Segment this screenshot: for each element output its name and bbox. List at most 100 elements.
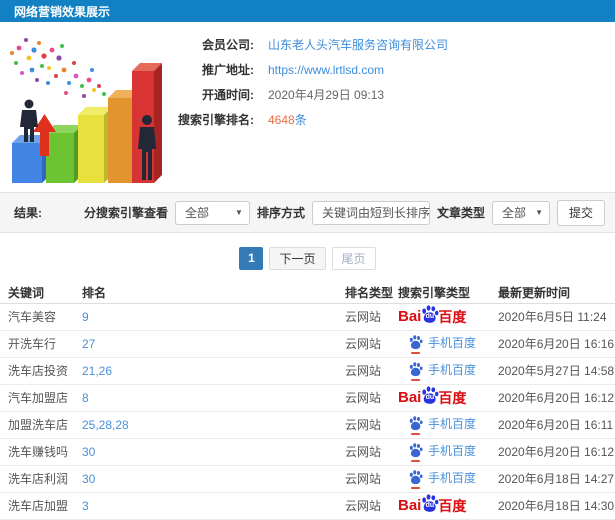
- baidu-mobile-logo: 手机百度: [408, 361, 476, 378]
- ranking-table-head: 关键词 排名 排名类型 搜索引擎类型 最新更新时间: [0, 283, 615, 304]
- rank-count-label: 搜索引擎排名:: [178, 113, 254, 127]
- article-type-label: 文章类型: [436, 206, 485, 220]
- open-time-value: 2020年4月29日 09:13: [268, 88, 385, 102]
- rank-count-number: 4648: [268, 113, 295, 127]
- baidu-bai-text: Bai: [398, 389, 422, 406]
- updated-cell: 2020年6月5日 11:24: [498, 310, 607, 324]
- baidu-du-text: du: [425, 502, 435, 509]
- chevron-down-icon: ▼: [535, 208, 543, 217]
- updated-cell: 2020年6月20日 16:12: [498, 391, 615, 405]
- next-page-button[interactable]: 下一页: [269, 246, 326, 270]
- confetti-dots: [10, 38, 106, 98]
- table-row: 洗车店加盟 3 云网站 Bai du 百度 2020年6月18日 14:30: [0, 492, 615, 520]
- result-label: 结果:: [14, 206, 42, 220]
- sort-filter-label: 排序方式: [256, 206, 305, 220]
- rank-link[interactable]: 21,26: [82, 364, 112, 378]
- filter-bar: 结果: 分搜索引擎查看 全部 ▼ 排序方式 关键词由短到长排序 ▼ 文章类型 全…: [0, 192, 615, 233]
- mobile-baidu-label: 手机百度: [428, 336, 477, 350]
- baidu-mobile-logo: 手机百度: [408, 469, 476, 486]
- top-section: 会员公司: 山东老人头汽车服务咨询有限公司 推广地址: https://www.…: [0, 22, 615, 192]
- baidu-paw-icon: [408, 443, 423, 458]
- page-button-current[interactable]: 1: [239, 246, 264, 270]
- rank-link[interactable]: 9: [82, 310, 89, 324]
- baidu-bai-text: Bai: [398, 308, 422, 325]
- rank-link[interactable]: 8: [82, 391, 89, 405]
- pagination: 1 下一页 尾页: [0, 233, 615, 283]
- baidu-pc-logo: Bai du 百度: [398, 494, 466, 517]
- engine-select[interactable]: 全部 ▼: [174, 200, 250, 225]
- updated-cell: 2020年6月18日 14:27: [498, 472, 615, 486]
- baidu-pc-logo: Bai du 百度: [398, 305, 466, 328]
- baidu-bai-text: Bai: [398, 497, 422, 514]
- submit-button[interactable]: 提交: [556, 199, 605, 226]
- baidu-paw-icon: du: [420, 305, 439, 324]
- mobile-baidu-label: 手机百度: [428, 363, 477, 377]
- updated-cell: 2020年6月20日 16:16: [498, 337, 615, 351]
- info-row-rank-count: 搜索引擎排名: 4648条: [168, 112, 615, 137]
- table-row: 汽车加盟店 8 云网站 Bai du 百度 2020年6月20日 16:12: [0, 384, 615, 412]
- info-row-open-time: 开通时间: 2020年4月29日 09:13: [168, 87, 615, 112]
- keyword-cell: 加盟洗车店: [8, 418, 69, 432]
- promo-url-link[interactable]: https://www.lrtlsd.com: [268, 62, 384, 78]
- baidu-cn-text: 百度: [438, 389, 467, 406]
- table-row: 洗车店利润 30 云网站 手机百度 2020年6月18日 14:27: [0, 465, 615, 493]
- mobile-baidu-label: 手机百度: [428, 417, 477, 431]
- updated-cell: 2020年6月18日 14:30: [498, 499, 615, 513]
- rank-type-cell: 云网站: [345, 445, 382, 459]
- rank-type-cell: 云网站: [345, 364, 382, 378]
- sort-select[interactable]: 关键词由短到长排序 ▼: [311, 200, 445, 225]
- keyword-cell: 洗车赚钱吗: [8, 445, 69, 459]
- rank-count-value: 4648条: [268, 112, 307, 128]
- rank-type-cell: 云网站: [345, 391, 382, 405]
- baidu-mobile-logo: 手机百度: [408, 334, 476, 351]
- keyword-cell: 开洗车行: [8, 337, 57, 351]
- baidu-paw-icon: [408, 335, 423, 350]
- bar-chart-graphic: [10, 38, 162, 183]
- company-info-panel: 会员公司: 山东老人头汽车服务咨询有限公司 推广地址: https://www.…: [168, 22, 615, 192]
- table-row: 汽车美容 9 云网站 Bai du 百度 2020年6月5日 11:24: [0, 303, 615, 331]
- ranking-table-body: 汽车美容 9 云网站 Bai du 百度 2020年6月5日 11:24 开洗车…: [0, 303, 615, 520]
- chevron-down-icon: ▼: [235, 208, 243, 217]
- baidu-paw-icon: du: [420, 494, 439, 513]
- baidu-cn-text: 百度: [438, 308, 467, 325]
- rank-link[interactable]: 30: [82, 445, 95, 459]
- updated-cell: 2020年6月20日 16:11: [498, 418, 614, 432]
- article-type-select[interactable]: 全部 ▼: [491, 200, 550, 225]
- rank-link[interactable]: 3: [82, 499, 89, 513]
- table-row: 洗车店投资 21,26 云网站 手机百度 2020年5月27日 14:58: [0, 357, 615, 385]
- rank-type-cell: 云网站: [345, 499, 382, 513]
- baidu-paw-icon: [408, 470, 423, 485]
- keyword-cell: 洗车店加盟: [8, 499, 69, 513]
- col-rank-type: 排名类型: [345, 283, 398, 304]
- engine-select-value: 全部: [184, 206, 209, 220]
- info-row-url: 推广地址: https://www.lrtlsd.com: [168, 62, 615, 87]
- company-label: 会员公司:: [202, 38, 254, 52]
- rank-type-cell: 云网站: [345, 310, 382, 324]
- baidu-pc-logo: Bai du 百度: [398, 386, 466, 409]
- col-keyword: 关键词: [0, 283, 82, 304]
- table-row: 加盟洗车店 25,28,28 云网站 手机百度 2020年6月20日 16:11: [0, 411, 615, 439]
- rank-link[interactable]: 27: [82, 337, 95, 351]
- company-name-link[interactable]: 山东老人头汽车服务咨询有限公司: [268, 37, 448, 53]
- table-row: 洗车赚钱吗 30 云网站 手机百度 2020年6月20日 16:12: [0, 438, 615, 466]
- updated-cell: 2020年6月20日 16:12: [498, 445, 615, 459]
- article-type-select-value: 全部: [501, 206, 526, 220]
- rank-type-cell: 云网站: [345, 337, 382, 351]
- open-time-label: 开通时间:: [202, 88, 254, 102]
- mobile-baidu-label: 手机百度: [428, 471, 477, 485]
- engine-filter-label: 分搜索引擎查看: [83, 206, 168, 220]
- table-row: 开洗车行 27 云网站 手机百度 2020年6月20日 16:16: [0, 330, 615, 358]
- rank-count-suffix: 条: [294, 113, 307, 127]
- sort-select-value: 关键词由短到长排序: [321, 206, 430, 220]
- rank-type-cell: 云网站: [345, 472, 382, 486]
- bar-chart-illustration: [0, 22, 168, 192]
- updated-cell: 2020年5月27日 14:58: [498, 364, 615, 378]
- info-row-company: 会员公司: 山东老人头汽车服务咨询有限公司: [168, 37, 615, 62]
- keyword-cell: 汽车加盟店: [8, 391, 69, 405]
- rank-link[interactable]: 30: [82, 472, 95, 486]
- marketing-results-page: 网络营销效果展示 会员公司: 山东老人头汽车服务咨询有限公司 推广地址: htt…: [0, 0, 615, 520]
- rank-link[interactable]: 25,28,28: [82, 418, 129, 432]
- page-header: 网络营销效果展示: [0, 0, 615, 22]
- baidu-du-text: du: [425, 394, 435, 401]
- last-page-button[interactable]: 尾页: [331, 246, 376, 270]
